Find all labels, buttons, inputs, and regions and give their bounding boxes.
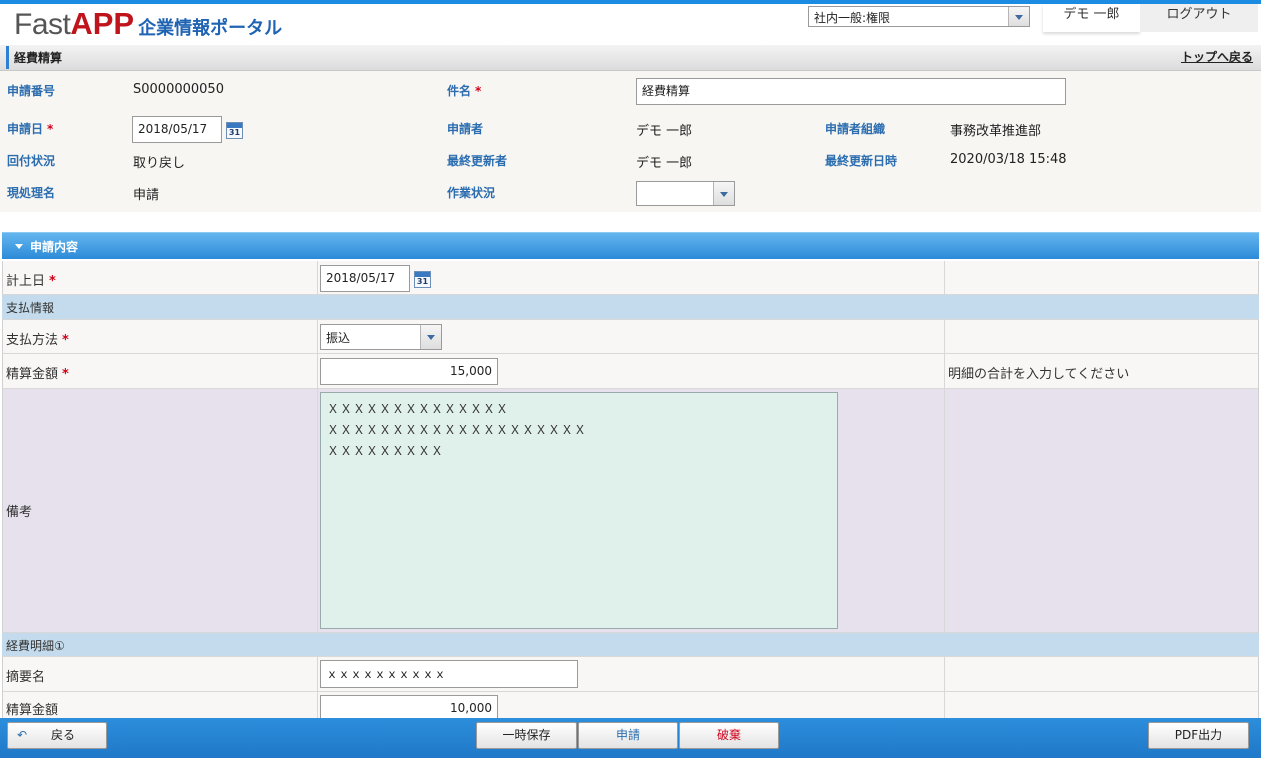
section-header[interactable]: 申請内容 [2,232,1259,259]
calendar-icon[interactable]: 31 [414,271,431,288]
chevron-down-icon[interactable] [420,325,441,349]
row-hint-cell [944,389,1258,632]
chevron-down-icon[interactable] [1008,7,1029,26]
route-status-value: 取り戻し [133,156,186,171]
required-mark: * [62,367,69,382]
amount-label-text: 精算金額 [6,367,59,382]
required-mark: * [62,333,69,348]
row-label-cell: 計上日 * [3,261,318,294]
route-status-label: 回付状況 [7,154,56,168]
payment-info-title: 支払情報 [6,301,55,315]
form-row-posting-date: 計上日 * [2,261,1259,295]
required-mark: * [475,84,482,98]
item-name-input[interactable]: ｘｘｘｘｘｘｘｘｘｘ [320,660,578,688]
back-to-top-link[interactable]: トップへ戻る [1181,48,1253,65]
row-label-cell: 支払方法 * [3,320,318,353]
back-button-label: 戻る [50,728,75,742]
row-label-cell: 精算金額 * [3,354,318,388]
expense-detail-group: 経費明細① [2,633,1259,657]
required-mark: * [47,122,54,136]
title-accent-bar [6,46,9,69]
role-select[interactable]: 社内一般:権限 [808,6,1030,27]
payment-info-group: 支払情報 [2,295,1259,320]
row-hint-cell: 明細の合計を入力してください [944,354,1258,388]
pay-method-select[interactable]: 振込 [320,324,442,350]
last-updater-label: 最終更新者 [447,154,508,168]
subject-label-text: 件名 [447,84,472,98]
calendar-icon[interactable]: 31 [226,122,243,139]
back-arrow-icon: ↶ [17,728,28,742]
app-date-label: 申請日 * [7,120,53,137]
process-name-label: 現処理名 [7,186,56,200]
subject-input[interactable]: 経費精算 [636,78,1066,105]
last-updater-value: デモ 一郎 [636,156,693,171]
org-label: 申請者組織 [825,122,886,136]
work-status-select[interactable] [636,181,735,206]
pay-method-label-text: 支払方法 [6,333,59,348]
logo-fast-text: Fast [14,8,71,41]
discard-button[interactable]: 破棄 [679,722,779,749]
app-date-input[interactable]: 2018/05/17 [132,116,222,143]
role-select-value: 社内一般:権限 [814,11,891,25]
pay-method-label: 支払方法 * [6,329,69,348]
posting-date-label: 計上日 * [6,270,56,289]
row-hint-cell [944,320,1258,353]
page-title-bar: 経費精算 トップへ戻る [0,45,1261,71]
app-no-label: 申請番号 [7,84,56,98]
form-row-payment-method: 支払方法 * [2,320,1259,354]
posting-date-label-text: 計上日 [6,274,46,289]
last-updated-label: 最終更新日時 [825,154,898,168]
expense-detail-title: 経費明細① [6,639,65,653]
required-mark: * [49,274,56,289]
remarks-label: 備考 [6,505,33,520]
process-name-value: 申請 [133,188,160,203]
amount-input[interactable]: 15,000 [320,358,498,385]
applicant-label: 申請者 [447,122,484,136]
calendar-icon-day: 31 [228,128,241,137]
row-hint-cell [944,657,1258,691]
logout-button[interactable]: ログアウト [1140,4,1258,32]
org-value: 事務改革推進部 [950,124,1042,139]
calendar-icon-day: 31 [416,277,429,286]
portal-name: 企業情報ポータル [138,18,283,39]
user-name: デモ 一郎 [1043,4,1140,32]
app-logo: FastAPP 企業情報ポータル [14,6,282,42]
row-label-cell: 備考 [3,389,318,632]
posting-date-input[interactable]: 2018/05/17 [320,265,410,292]
app-no-value: S0000000050 [133,82,224,97]
app-date-label-text: 申請日 [7,122,44,136]
applicant-value: デモ 一郎 [636,124,693,139]
row-label-cell: 摘要名 [3,657,318,691]
row-hint-cell [944,261,1258,294]
footer-toolbar: ↶ 戻る 一時保存 申請 破棄 PDF出力 [0,718,1261,758]
remarks-textarea[interactable]: ＸＸＸＸＸＸＸＸＸＸＸＸＸＸ ＸＸＸＸＸＸＸＸＸＸＸＸＸＸＸＸＸＸＸＸ ＸＸＸＸ… [320,392,838,629]
collapse-arrow-icon[interactable] [15,244,23,249]
amount-label: 精算金額 * [6,363,69,382]
pdf-export-button[interactable]: PDF出力 [1148,722,1249,749]
logo-app-text: APP [70,6,135,41]
section-title: 申請内容 [30,240,79,254]
amount-hint: 明細の合計を入力してください [948,367,1130,382]
chevron-down-icon[interactable] [713,182,734,205]
subject-label: 件名 * [447,82,481,99]
form-row-item-name: 摘要名 [2,657,1259,692]
form-row-amount: 精算金額 * 明細の合計を入力してください [2,354,1259,389]
pay-method-value: 振込 [326,331,351,345]
apply-button[interactable]: 申請 [578,722,678,749]
last-updated-value: 2020/03/18 15:48 [950,152,1067,167]
back-button[interactable]: ↶ 戻る [7,722,107,749]
save-draft-button[interactable]: 一時保存 [476,722,577,749]
detail-amount-label: 精算金額 [6,703,59,718]
page-title: 経費精算 [14,51,63,65]
work-status-label: 作業状況 [447,186,496,200]
item-name-label: 摘要名 [6,670,46,685]
